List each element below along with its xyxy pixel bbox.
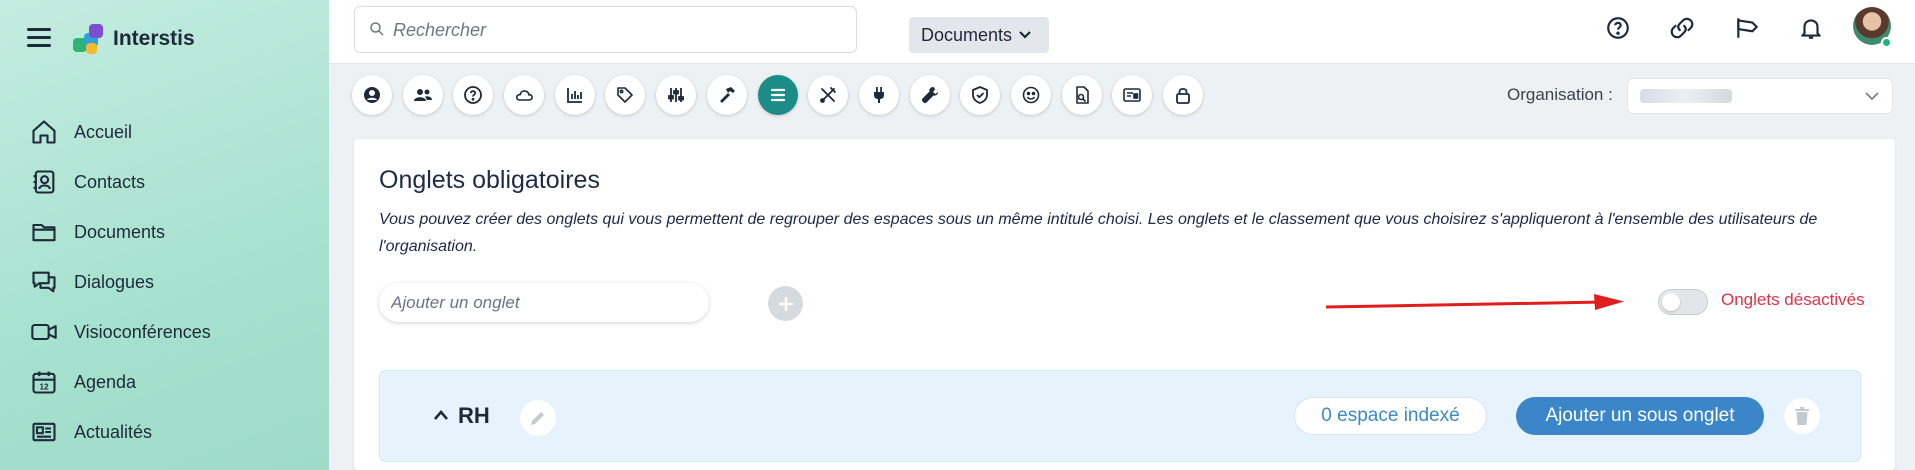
sidebar-item-dialogues[interactable]: Dialogues [30, 257, 211, 307]
panel-description: Vous pouvez créer des onglets qui vous p… [379, 211, 1818, 255]
search-icon [370, 22, 384, 36]
signpost-icon[interactable] [1734, 15, 1760, 41]
list-icon[interactable] [757, 75, 798, 115]
plus-icon [778, 296, 793, 311]
sidebar-item-label: Contacts [74, 171, 146, 192]
sidebar-item-actualites[interactable]: Actualités [30, 407, 211, 457]
help-icon[interactable] [1605, 15, 1631, 41]
organisation-label: Organisation : [1507, 85, 1613, 104]
toggle-knob [1662, 293, 1680, 311]
sidebar: Interstis Accueil Contacts Documents Dia… [0, 0, 329, 470]
sidebar-item-agenda[interactable]: 12 Agenda [30, 357, 211, 407]
red-arrow-annotation [1325, 294, 1624, 310]
search-scope-value: Documents [921, 24, 1013, 45]
chat-icon [32, 271, 56, 293]
chevron-down-icon [1019, 31, 1031, 39]
video-icon [31, 323, 57, 341]
sliders-icon[interactable] [656, 75, 697, 115]
hammer-icon[interactable] [706, 75, 747, 115]
tabs-toggle[interactable] [1658, 289, 1708, 315]
sidebar-item-documents[interactable]: Documents [30, 207, 211, 257]
sidebar-item-label: Visioconférences [74, 321, 211, 342]
online-status-badge [1881, 37, 1892, 48]
bell-icon[interactable] [1798, 15, 1824, 41]
delete-tab-button[interactable] [1784, 398, 1820, 434]
sidebar-item-label: Accueil [74, 121, 133, 142]
sidebar-item-visioconferences[interactable]: Visioconférences [30, 307, 211, 357]
users-icon[interactable] [402, 75, 443, 115]
sidebar-item-contacts[interactable]: Contacts [30, 157, 211, 207]
tag-icon[interactable] [605, 75, 646, 115]
contacts-icon [33, 170, 55, 194]
page-title: Onglets obligatoires [379, 166, 600, 194]
help-icon[interactable] [453, 75, 494, 115]
wrench-icon[interactable] [909, 75, 950, 115]
file-search-icon[interactable] [1061, 75, 1102, 115]
edit-tab-button[interactable] [520, 400, 556, 436]
chevron-down-icon [1865, 92, 1879, 101]
plug-icon[interactable] [858, 75, 899, 115]
mandatory-tabs-panel: Onglets obligatoires Vous pouvez créer d… [354, 139, 1895, 470]
cloud-icon[interactable] [504, 75, 545, 115]
lock-icon[interactable] [1163, 75, 1203, 115]
link-icon[interactable] [1669, 15, 1695, 41]
home-icon [32, 120, 56, 144]
pencil-icon [531, 412, 544, 425]
tools-icon[interactable] [808, 75, 849, 115]
search-scope-select[interactable]: Documents [909, 17, 1049, 53]
add-subtab-button[interactable]: Ajouter un sous onglet [1516, 397, 1764, 435]
brand-name: Interstis [113, 27, 195, 50]
add-tab-input[interactable] [379, 283, 709, 322]
chevron-up-icon[interactable] [433, 409, 449, 421]
tab-name: RH [458, 403, 490, 428]
indexed-spaces-count[interactable]: 0 espace indexé [1294, 397, 1487, 435]
logo-icon [73, 24, 105, 56]
shield-icon[interactable] [960, 75, 1001, 115]
search-input[interactable] [393, 17, 813, 43]
calendar-icon: 12 [32, 371, 56, 394]
top-bar: Documents [329, 0, 1915, 64]
sidebar-item-label: Dialogues [74, 271, 155, 292]
toggle-status-label: Onglets désactivés [1721, 290, 1865, 309]
user-icon[interactable] [352, 75, 392, 115]
svg-text:12: 12 [39, 383, 49, 392]
stats-icon[interactable] [554, 75, 595, 115]
sidebar-item-label: Agenda [74, 371, 137, 392]
news-icon [32, 422, 56, 442]
id-card-icon[interactable] [1112, 75, 1153, 115]
folder-icon [32, 223, 56, 242]
sidebar-item-accueil[interactable]: Accueil [30, 107, 211, 157]
sidebar-item-label: Documents [74, 221, 166, 242]
menu-icon[interactable] [27, 28, 51, 48]
organisation-select[interactable] [1627, 78, 1893, 114]
search-box: Documents [354, 6, 1049, 53]
settings-toolbar [352, 75, 1214, 115]
sidebar-item-label: Actualités [74, 421, 153, 442]
add-tab-button[interactable] [768, 286, 803, 321]
smiley-icon[interactable] [1010, 75, 1051, 115]
trash-icon [1795, 407, 1809, 425]
sidebar-nav: Accueil Contacts Documents Dialogues Vis… [30, 107, 211, 457]
tab-row: RH 0 espace indexé Ajouter un sous ongle… [379, 370, 1861, 462]
organisation-value-redacted [1640, 89, 1732, 103]
